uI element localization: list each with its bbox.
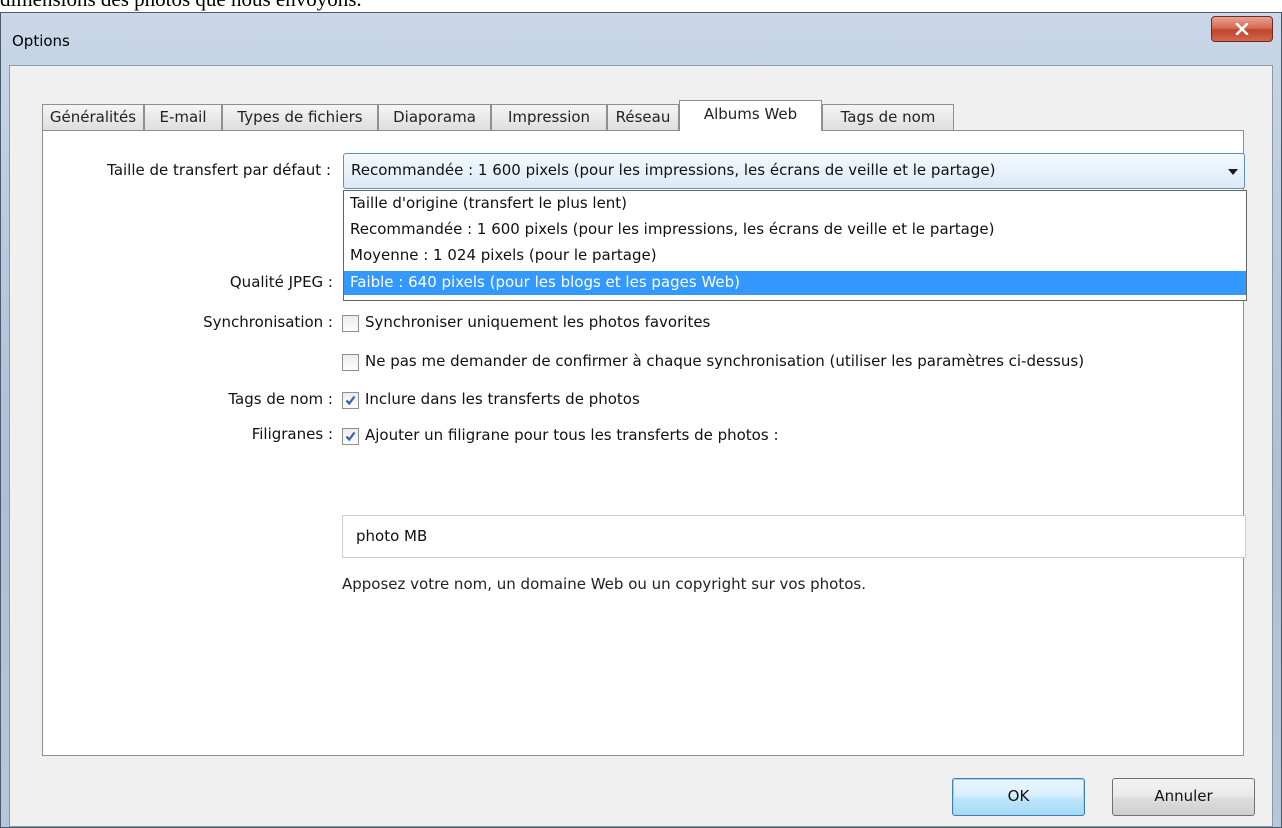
dropdown-option-recommended[interactable]: Recommandée : 1 600 pixels (pour les imp… [344, 218, 1246, 242]
page-caption: dimensions des photos que nous envoyons. [0, 0, 1282, 12]
transfer-size-select[interactable]: Recommandée : 1 600 pixels (pour les imp… [343, 153, 1245, 189]
sync-label: Synchronisation : [203, 313, 333, 331]
title-bar: Options [1, 13, 1281, 65]
tab-generalites[interactable]: Généralités [42, 104, 144, 130]
dropdown-option-original[interactable]: Taille d'origine (transfert le plus lent… [344, 192, 1246, 216]
tab-email[interactable]: E-mail [144, 104, 222, 130]
watermarks-label: Filigranes : [251, 425, 333, 443]
jpeg-quality-label: Qualité JPEG : [229, 273, 333, 291]
tab-diaporama[interactable]: Diaporama [378, 104, 491, 130]
watermark-text-field[interactable]: photo MB [342, 515, 1246, 558]
check-icon [345, 395, 356, 406]
chevron-down-icon[interactable] [1228, 169, 1238, 175]
transfer-size-value: Recommandée : 1 600 pixels (pour les imp… [351, 161, 996, 179]
tab-impression[interactable]: Impression [491, 104, 607, 130]
sync-favorites-checkbox[interactable] [342, 315, 359, 332]
options-dialog: Options Généralités E-mail Types de fich… [0, 12, 1282, 828]
tab-types-de-fichiers[interactable]: Types de fichiers [222, 104, 378, 130]
include-name-tags-checkbox[interactable] [342, 392, 359, 409]
check-icon [345, 431, 356, 442]
name-tags-label: Tags de nom : [228, 390, 333, 408]
tab-albums-web[interactable]: Albums Web [679, 100, 822, 131]
include-name-tags-label: Inclure dans les transferts de photos [365, 390, 640, 408]
no-confirm-checkbox[interactable] [342, 354, 359, 371]
close-button[interactable] [1211, 16, 1273, 42]
close-icon [1235, 23, 1249, 35]
dropdown-option-medium[interactable]: Moyenne : 1 024 pixels (pour le partage) [344, 244, 1246, 268]
dropdown-option-low[interactable]: Faible : 640 pixels (pour les blogs et l… [344, 271, 1246, 295]
dialog-body: Généralités E-mail Types de fichiers Dia… [9, 65, 1273, 827]
tab-tags-de-nom[interactable]: Tags de nom [822, 104, 954, 130]
cancel-button[interactable]: Annuler [1112, 778, 1255, 816]
no-confirm-label: Ne pas me demander de confirmer à chaque… [365, 352, 1085, 370]
window-title: Options [12, 32, 70, 50]
add-watermark-label: Ajouter un filigrane pour tous les trans… [365, 426, 779, 444]
add-watermark-checkbox[interactable] [342, 428, 359, 445]
tab-reseau[interactable]: Réseau [607, 104, 679, 130]
transfer-size-label: Taille de transfert par défaut : [107, 161, 331, 179]
transfer-size-dropdown: Taille d'origine (transfert le plus lent… [343, 190, 1247, 301]
albums-web-panel: Taille de transfert par défaut : Recomma… [42, 130, 1247, 756]
sync-favorites-label: Synchroniser uniquement les photos favor… [365, 313, 711, 331]
watermark-hint: Apposez votre nom, un domaine Web ou un … [342, 575, 867, 593]
ok-button[interactable]: OK [952, 778, 1085, 816]
